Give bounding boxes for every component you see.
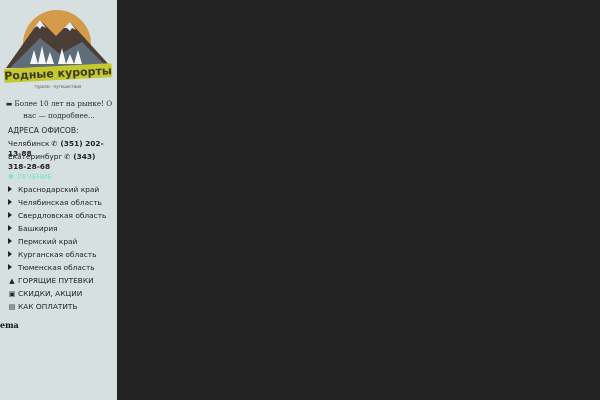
phone-icon: ✆ bbox=[64, 153, 71, 161]
phone-icon: ✆ bbox=[51, 140, 58, 148]
link-how-to-pay[interactable]: ▤ КАК ОПЛАТИТЬ bbox=[8, 302, 78, 311]
caret-right-icon bbox=[8, 199, 12, 205]
link-label: СКИДКИ, АКЦИИ bbox=[18, 289, 83, 298]
region-item-tyumen[interactable]: Тюменская область bbox=[8, 263, 95, 272]
caret-right-icon bbox=[8, 264, 12, 270]
region-item-chelyabinsk[interactable]: Челябинская область bbox=[8, 198, 102, 207]
briefcase-icon: ▬ bbox=[5, 100, 13, 108]
region-item-label: Тюменская область bbox=[18, 263, 95, 272]
region-item-kurgan[interactable]: Курганская область bbox=[8, 250, 96, 259]
fire-icon: ▲ bbox=[9, 277, 15, 285]
site-logo[interactable]: Родные курорты туризм · путешествия bbox=[0, 2, 117, 94]
caret-right-icon bbox=[8, 238, 12, 244]
region-item-krasnodar[interactable]: Краснодарский край bbox=[8, 185, 99, 194]
link-label: ГОРЯЩИЕ ПУТЕВКИ bbox=[18, 276, 94, 285]
about-tagline-text: Более 10 лет на рынке! О нас — подробнее… bbox=[14, 99, 113, 120]
sidebar: Родные курорты туризм · путешествия ▬ Бол… bbox=[0, 0, 117, 400]
office-city: Екатеринбург bbox=[8, 152, 63, 161]
truncated-text: ema bbox=[0, 320, 19, 330]
about-tagline[interactable]: ▬ Более 10 лет на рынке! О нас — подробне… bbox=[4, 98, 114, 121]
office-yekaterinburg: Екатеринбург ✆ (343) 318-28-68 bbox=[8, 152, 116, 172]
region-item-label: Пермский край bbox=[18, 237, 78, 246]
office-city: Челябинск bbox=[8, 139, 50, 148]
region-item-label: Башкирия bbox=[18, 224, 58, 233]
offices-title: АДРЕСА ОФИСОВ: bbox=[8, 126, 79, 135]
region-item-label: Свердловская область bbox=[18, 211, 107, 220]
link-hot-tours[interactable]: ▲ ГОРЯЩИЕ ПУТЕВКИ bbox=[8, 276, 94, 285]
caret-right-icon bbox=[8, 251, 12, 257]
caret-right-icon bbox=[8, 225, 12, 231]
logo-sub-text: туризм · путешествия bbox=[35, 84, 82, 89]
region-item-perm[interactable]: Пермский край bbox=[8, 237, 77, 246]
treatment-menu-heading[interactable]: ✱ ЛЕЧЕНИЕ bbox=[8, 172, 52, 181]
region-item-sverdlovsk[interactable]: Свердловская область bbox=[8, 211, 106, 220]
region-item-label: Краснодарский край bbox=[18, 185, 100, 194]
link-discounts[interactable]: ▣ СКИДКИ, АКЦИИ bbox=[8, 289, 83, 298]
link-label: КАК ОПЛАТИТЬ bbox=[18, 302, 78, 311]
region-item-label: Челябинская область bbox=[18, 198, 102, 207]
card-icon: ▤ bbox=[8, 303, 16, 311]
caret-right-icon bbox=[8, 186, 12, 192]
region-item-label: Курганская область bbox=[18, 250, 97, 259]
main-content-area bbox=[117, 0, 600, 400]
gift-icon: ▣ bbox=[8, 290, 16, 298]
region-item-bashkiria[interactable]: Башкирия bbox=[8, 224, 58, 233]
caret-right-icon bbox=[8, 212, 12, 218]
